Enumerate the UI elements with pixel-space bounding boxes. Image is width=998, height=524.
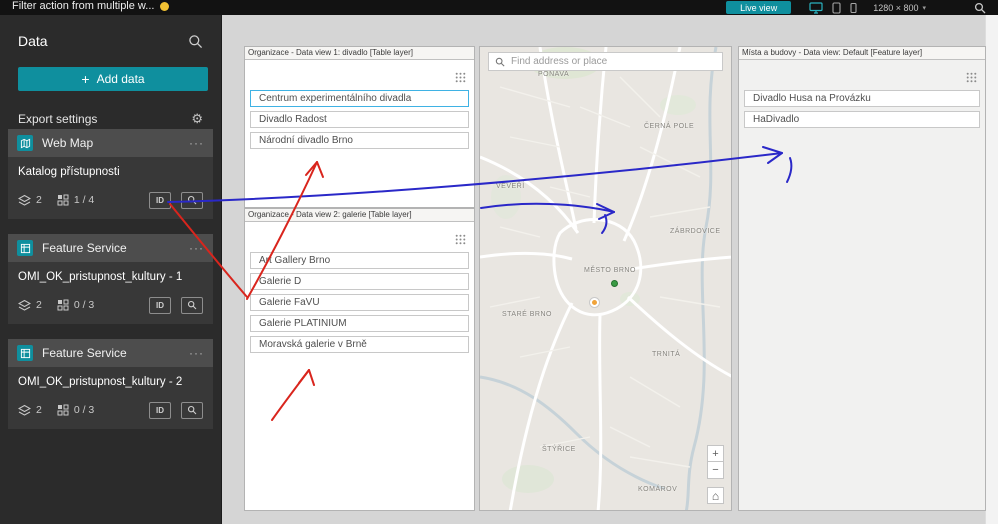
list-item[interactable]: Centrum experimentálního divadla (250, 90, 469, 107)
phone-icon[interactable] (850, 2, 857, 14)
list-item[interactable]: Galerie D (250, 273, 469, 290)
map-label: VEVEŘÍ (496, 183, 525, 190)
resolution-value: 1280 × 800 (873, 2, 919, 13)
zoom-in-button[interactable]: + (707, 445, 724, 462)
list-widget-galerie: Organizace - Data view 2: galerie [Table… (244, 208, 475, 511)
list-item[interactable]: Galerie PLATINIUM (250, 315, 469, 332)
data-source-title: Katalog přístupnosti (18, 166, 120, 178)
widget-label: Místa a budovy - Data view: Default [Fea… (739, 47, 985, 60)
more-options-button[interactable]: ··· (189, 136, 204, 150)
data-card-webmap: Web Map ··· Katalog přístupnosti 2 1 / 4 (8, 129, 213, 219)
map-label: ZÁBRDOVICE (670, 228, 721, 235)
grid-dots-icon (966, 70, 977, 88)
widget-label: Organizace - Data view 1: divadlo [Table… (245, 47, 474, 60)
list-item[interactable]: HaDivadlo (744, 111, 980, 128)
data-type-label: Web Map (42, 136, 94, 150)
feature-service-icon (17, 345, 33, 361)
map-label: STARÉ BRNO (502, 311, 552, 318)
desktop-icon[interactable] (809, 1, 823, 14)
list-item[interactable]: Moravská galerie v Brně (250, 336, 469, 353)
magnifier-icon (187, 405, 197, 415)
gear-icon[interactable]: ⚙ (191, 111, 203, 127)
more-options-button[interactable]: ··· (189, 241, 204, 255)
grid-dots-icon (455, 70, 466, 88)
more-options-button[interactable]: ··· (189, 346, 204, 360)
resolution-select[interactable]: 1280 × 800 ▾ (873, 3, 926, 13)
layers-count: 2 (36, 404, 42, 416)
feature-service-icon (17, 240, 33, 256)
map-label: MĚSTO BRNO (584, 267, 636, 274)
zoom-out-button[interactable]: − (707, 462, 724, 479)
zoom-to-data-button[interactable] (181, 296, 203, 314)
data-source-title: OMI_OK_pristupnost_kultury - 2 (18, 376, 183, 388)
layers-count: 2 (36, 194, 42, 206)
map-label: KOMÁROV (638, 486, 678, 493)
data-type-label: Feature Service (42, 241, 127, 255)
selection-icon (57, 194, 69, 206)
show-id-button[interactable]: ID (149, 296, 171, 314)
live-view-button[interactable]: Live view (726, 1, 792, 14)
smiley-icon (160, 2, 170, 11)
add-data-label: Add data (96, 72, 145, 86)
list-item[interactable]: Národní divadlo Brno (250, 132, 469, 149)
list-item[interactable]: Art Gallery Brno (250, 252, 469, 269)
search-icon (495, 57, 505, 67)
map-widget[interactable]: PONAVA ČERNÁ POLE VEVEŘÍ ZÁBRDOVICE MĚST… (479, 46, 732, 511)
zoom-to-data-button[interactable] (181, 191, 203, 209)
map-label: PONAVA (538, 71, 570, 78)
map-search-input[interactable] (511, 56, 716, 67)
layers-icon (18, 299, 31, 311)
webmap-icon (17, 135, 33, 151)
topbar: Filter action from multiple w... Live vi… (0, 0, 998, 15)
data-card-header[interactable]: Feature Service ··· (8, 234, 213, 262)
selection-count: 0 / 3 (73, 299, 95, 311)
basemap (480, 47, 731, 510)
magnifier-icon (187, 300, 197, 310)
selection-icon (57, 299, 69, 311)
canvas-gutter (985, 15, 998, 524)
show-id-button[interactable]: ID (149, 401, 171, 419)
layers-icon (18, 194, 31, 206)
app-canvas: Organizace - Data view 1: divadlo [Table… (223, 15, 998, 524)
layers-icon (18, 404, 31, 416)
page-title: Filter action from multiple w... (12, 0, 155, 12)
caret-down-icon: ▾ (922, 4, 926, 12)
show-id-button[interactable]: ID (149, 191, 171, 209)
map-label: TRNITÁ (652, 351, 681, 358)
list-item[interactable]: Divadlo Husa na Provázku (744, 90, 980, 107)
map-label: ŠTÝŘICE (542, 446, 576, 453)
list-item[interactable]: Divadlo Radost (250, 111, 469, 128)
grid-dots-icon (455, 232, 466, 250)
plus-icon: + (81, 71, 90, 87)
export-settings-label: Export settings (18, 112, 98, 126)
data-card-feature-2: Feature Service ··· OMI_OK_pristupnost_k… (8, 339, 213, 429)
search-icon[interactable] (188, 34, 203, 49)
magnifier-icon (187, 195, 197, 205)
data-card-feature-1: Feature Service ··· OMI_OK_pristupnost_k… (8, 234, 213, 324)
map-marker-selected[interactable] (590, 298, 599, 307)
list-widget-mista: Místa a budovy - Data view: Default [Fea… (738, 46, 986, 511)
map-label: ČERNÁ POLE (644, 123, 695, 130)
data-card-header[interactable]: Feature Service ··· (8, 339, 213, 367)
search-icon[interactable] (974, 2, 986, 14)
data-card-header[interactable]: Web Map ··· (8, 129, 213, 157)
selection-icon (57, 404, 69, 416)
data-source-title: OMI_OK_pristupnost_kultury - 1 (18, 271, 183, 283)
panel-title: Data (18, 33, 48, 49)
live-view-label: Live view (740, 2, 778, 13)
home-button[interactable]: ⌂ (707, 487, 724, 504)
selection-count: 0 / 3 (73, 404, 95, 416)
add-data-button[interactable]: + Add data (18, 67, 208, 91)
list-widget-divadlo: Organizace - Data view 1: divadlo [Table… (244, 46, 475, 208)
map-search-box[interactable] (488, 52, 723, 71)
widget-label: Organizace - Data view 2: galerie [Table… (245, 209, 474, 222)
data-type-label: Feature Service (42, 346, 127, 360)
map-marker-green[interactable] (611, 280, 618, 287)
zoom-to-data-button[interactable] (181, 401, 203, 419)
data-panel: Data + Add data Export settings ⚙ Web Ma… (0, 15, 222, 524)
selection-count: 1 / 4 (73, 194, 95, 206)
layers-count: 2 (36, 299, 42, 311)
list-item[interactable]: Galerie FaVU (250, 294, 469, 311)
tablet-icon[interactable] (832, 1, 841, 14)
